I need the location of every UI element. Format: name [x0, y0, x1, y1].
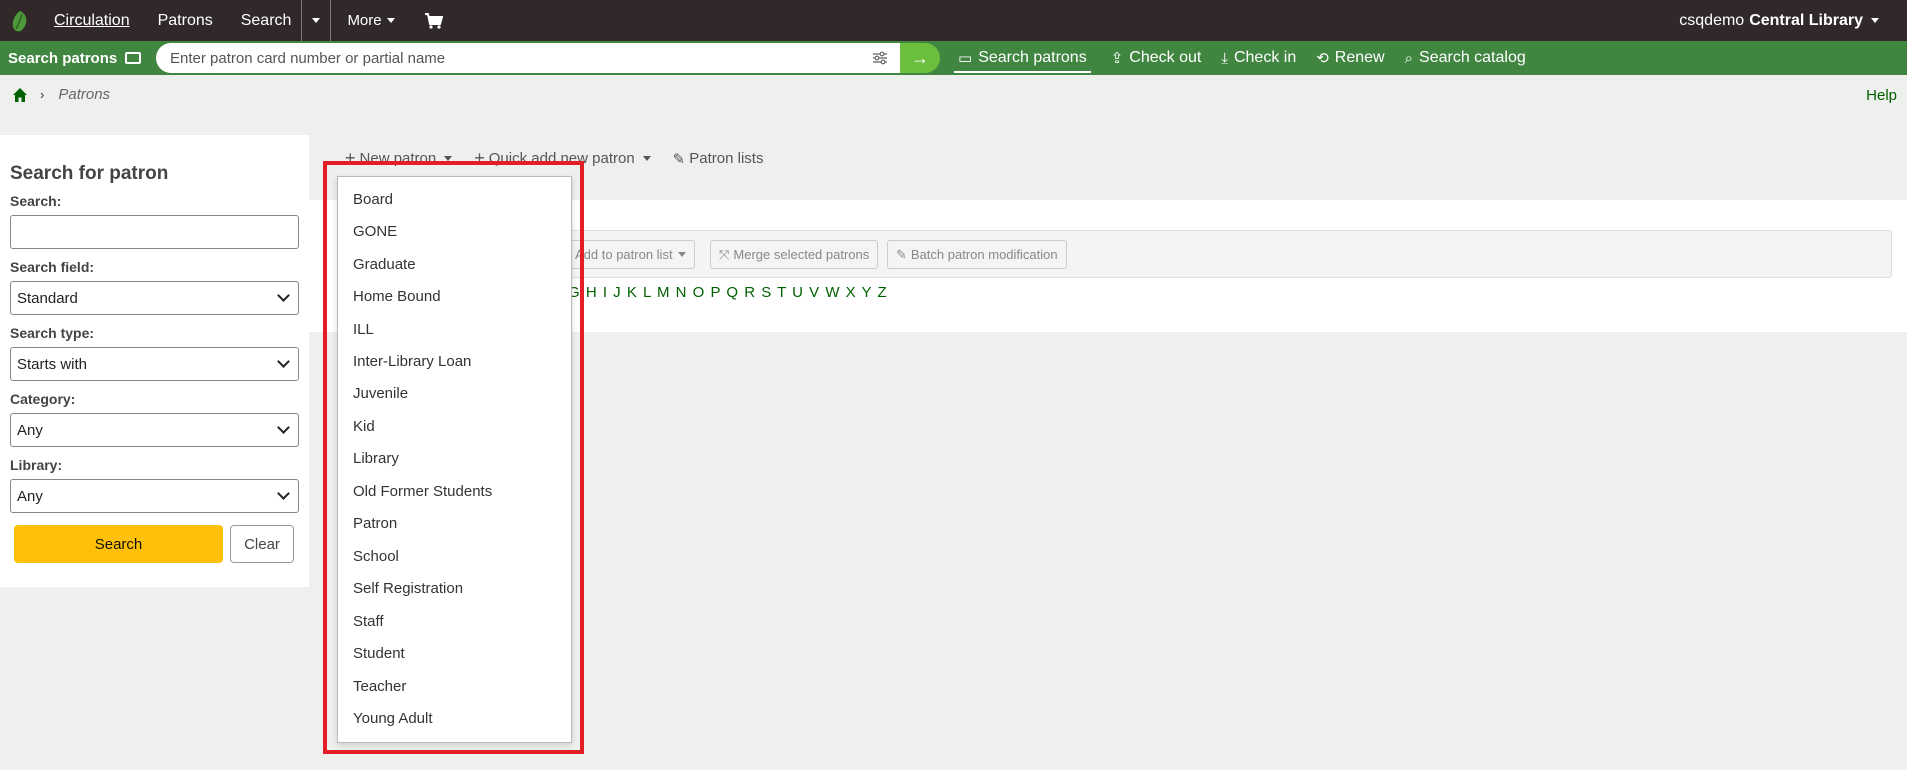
- renew-icon: ⟲: [1316, 50, 1329, 67]
- nav-search-dropdown-toggle[interactable]: [301, 0, 330, 41]
- search-field-value: Standard: [17, 289, 78, 307]
- link-search-patrons-label: Search patrons: [978, 49, 1087, 66]
- annotation-highlight-box: [323, 161, 584, 754]
- patron-search-panel: Search for patron Search: Search field: …: [0, 135, 309, 587]
- nav-circulation[interactable]: Circulation: [40, 0, 144, 41]
- search-field-select[interactable]: Standard: [10, 281, 299, 315]
- download-icon: ⤓: [1221, 49, 1228, 67]
- nav-patrons[interactable]: Patrons: [144, 0, 227, 41]
- add-to-patron-list-label: Add to patron list: [575, 247, 673, 262]
- merge-icon: ⤧: [719, 246, 730, 262]
- caret-down-icon: [642, 156, 651, 161]
- user-library: Central Library: [1749, 11, 1863, 29]
- patron-search-bar: Search patrons Enter patron card number …: [0, 41, 1907, 75]
- search-button[interactable]: Search: [14, 525, 223, 563]
- patron-search-placeholder: Enter patron card number or partial name: [170, 49, 446, 67]
- link-check-in-label: Check in: [1233, 49, 1297, 66]
- patron-lists-label: Patron lists: [689, 150, 764, 167]
- upload-icon: ⇪: [1110, 50, 1124, 67]
- panel-title: Search for patron: [10, 163, 169, 184]
- search-label: Search:: [10, 193, 62, 209]
- search-icon: ⌕: [1404, 49, 1414, 67]
- link-search-catalog-label: Search catalog: [1419, 49, 1526, 66]
- alphabet-filter[interactable]: G H I J K L M N O P Q R S T U V W X Y Z: [568, 284, 888, 301]
- chevron-right-icon: ›: [40, 87, 45, 102]
- circ-quick-links: ▭ Search patrons ⇪ Check out ⤓ Check in ⟲ Re…: [954, 41, 1546, 75]
- chevron-down-icon: [277, 355, 290, 368]
- merge-patrons-button[interactable]: ⤧ Merge selected patrons: [710, 240, 879, 269]
- search-submit-button[interactable]: →: [900, 43, 940, 73]
- caret-down-icon: [1871, 18, 1879, 23]
- clear-button[interactable]: Clear: [230, 525, 294, 563]
- nav-more[interactable]: More: [330, 0, 410, 41]
- library-select[interactable]: Any: [10, 479, 299, 513]
- category-label: Category:: [10, 391, 76, 407]
- search-field-label: Search field:: [10, 259, 95, 275]
- caret-down-icon: [677, 252, 686, 257]
- add-to-patron-list-button[interactable]: Add to patron list: [566, 240, 695, 269]
- user-name: csqdemo: [1679, 11, 1745, 29]
- pencil-icon: ✎: [896, 246, 907, 262]
- search-patrons-tab[interactable]: Search patrons: [0, 41, 160, 75]
- nav-search[interactable]: Search: [227, 0, 302, 41]
- chevron-down-icon: [277, 289, 290, 302]
- id-card-icon: ▭: [958, 50, 973, 67]
- category-value: Any: [17, 421, 43, 439]
- nav-patrons-label: Patrons: [157, 11, 213, 29]
- arrow-right-icon: →: [911, 47, 929, 68]
- cart-icon[interactable]: [411, 0, 457, 41]
- pencil-icon: ✎: [672, 150, 686, 168]
- search-type-select[interactable]: Starts with: [10, 347, 299, 381]
- breadcrumb-current: Patrons: [58, 86, 111, 103]
- link-search-catalog[interactable]: ⌕ Search catalog: [1405, 41, 1526, 75]
- search-patrons-tab-label: Search patrons: [8, 49, 118, 67]
- search-text-input[interactable]: [10, 215, 299, 249]
- caret-down-icon: [386, 18, 395, 23]
- patron-lists-button[interactable]: ✎ Patron lists: [673, 150, 764, 168]
- chevron-down-icon: [277, 487, 290, 500]
- chevron-down-icon: [277, 421, 290, 434]
- id-card-icon: [125, 52, 142, 64]
- koha-logo-icon[interactable]: [0, 0, 40, 41]
- user-menu[interactable]: csqdemo Central Library: [1679, 0, 1879, 41]
- filter-sliders-icon[interactable]: [872, 51, 888, 65]
- batch-modification-button[interactable]: ✎ Batch patron modification: [887, 240, 1067, 269]
- category-select[interactable]: Any: [10, 413, 299, 447]
- caret-down-icon: [312, 18, 321, 23]
- patron-search-input[interactable]: Enter patron card number or partial name: [156, 43, 900, 73]
- library-label: Library:: [10, 457, 63, 473]
- nav-circulation-label: Circulation: [54, 11, 130, 29]
- link-renew-label: Renew: [1334, 49, 1385, 66]
- merge-patrons-label: Merge selected patrons: [733, 247, 870, 262]
- link-check-out[interactable]: ⇪ Check out: [1111, 41, 1202, 75]
- batch-modification-label: Batch patron modification: [910, 247, 1058, 262]
- link-renew[interactable]: ⟲ Renew: [1316, 41, 1384, 75]
- link-check-out-label: Check out: [1129, 49, 1202, 66]
- patron-action-bar: Add to patron list ⤧ Merge selected patro…: [555, 230, 1892, 278]
- top-navbar: Circulation Patrons Search More csqdemo …: [0, 0, 1907, 41]
- link-check-in[interactable]: ⤓ Check in: [1221, 41, 1296, 75]
- home-icon[interactable]: [12, 87, 28, 103]
- search-type-label: Search type:: [10, 325, 95, 341]
- breadcrumb: › Patrons: [12, 86, 110, 103]
- nav-more-label: More: [347, 12, 382, 29]
- help-link[interactable]: Help: [1866, 87, 1897, 104]
- nav-search-label: Search: [240, 11, 292, 29]
- search-type-value: Starts with: [17, 355, 88, 373]
- library-value: Any: [17, 487, 43, 505]
- link-search-patrons[interactable]: ▭ Search patrons: [954, 45, 1091, 73]
